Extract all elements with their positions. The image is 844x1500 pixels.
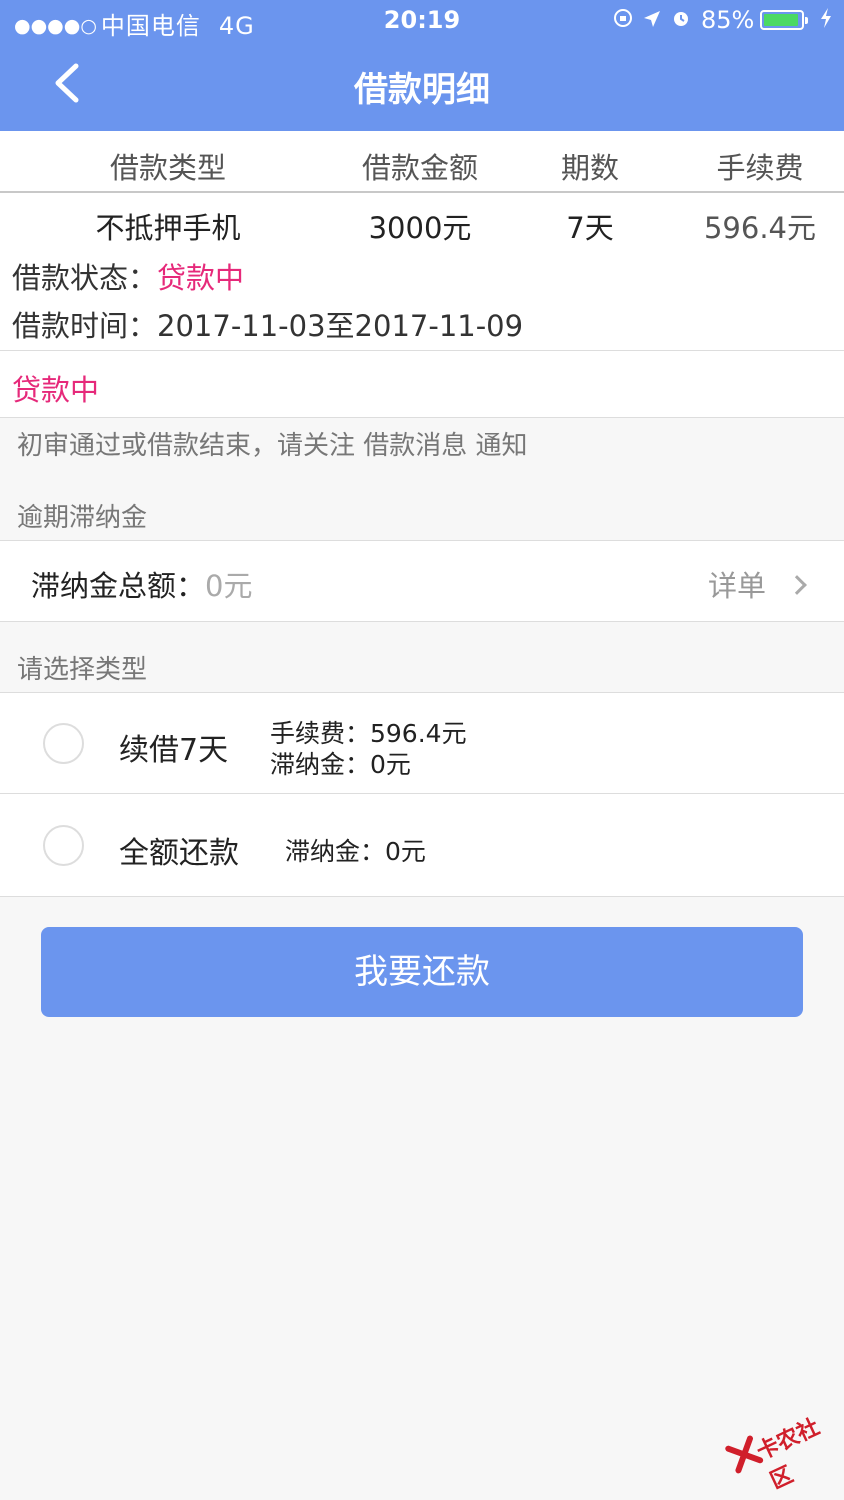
loan-status-line: 借款状态：贷款中 (12, 255, 244, 297)
location-icon (643, 6, 661, 34)
late-fee-row[interactable]: 滞纳金总额：0元 详单 (0, 540, 844, 622)
status-block: 贷款中 (0, 351, 844, 418)
loan-time-value: 2017-11-03至2017-11-09 (157, 309, 524, 343)
late-fee-value: 0元 (205, 569, 253, 603)
loan-time-line: 借款时间：2017-11-03至2017-11-09 (12, 303, 523, 345)
repay-button[interactable]: 我要还款 (41, 927, 803, 1017)
repay-options: 续借7天 手续费：596.4元 滞纳金：0元 全额还款 滞纳金：0元 (0, 692, 844, 897)
watermark-text: 卡农社区 (753, 1414, 824, 1495)
header-loan-amount: 借款金额 (361, 151, 478, 185)
header-fee: 手续费 (716, 151, 804, 185)
detail-label: 详单 (707, 569, 766, 603)
loan-status-value: 贷款中 (157, 261, 245, 295)
late-fee-section-title: 逾期滞纳金 (17, 503, 148, 533)
option-renew[interactable]: 续借7天 手续费：596.4元 滞纳金：0元 (0, 693, 844, 794)
status-bar: ●●●●○ 中国电信 4G 20:19 85% (0, 0, 844, 42)
chevron-right-icon (787, 575, 807, 595)
option-label: 全额还款 (119, 836, 239, 871)
status-icons: 85% (613, 6, 832, 34)
fee-value: 596.4元 (703, 211, 817, 245)
late-fee-label: 滞纳金总额： (31, 569, 206, 603)
option-full-repay[interactable]: 全额还款 滞纳金：0元 (0, 794, 844, 895)
header-loan-type: 借款类型 (109, 151, 226, 185)
status-badge: 贷款中 (12, 373, 100, 407)
loan-type-value: 不抵押手机 (95, 211, 241, 245)
battery-percent: 85% (701, 6, 755, 34)
page-title: 借款明细 (354, 70, 490, 110)
charging-icon (812, 6, 832, 34)
loan-amount-value: 3000元 (368, 211, 472, 245)
term-value: 7天 (566, 211, 614, 245)
option-late-fee: 滞纳金：0元 (270, 750, 411, 779)
header-term: 期数 (560, 151, 619, 185)
loan-time-label: 借款时间： (12, 309, 158, 343)
radio-button[interactable] (43, 723, 84, 764)
type-section-title: 请选择类型 (17, 655, 148, 685)
radio-button[interactable] (43, 825, 84, 866)
alarm-icon (671, 6, 691, 34)
watermark-logo: 卡农社区 (718, 1388, 844, 1498)
detail-link[interactable]: 详单 (707, 563, 807, 605)
notice-text: 初审通过或借款结束，请关注 借款消息 通知 (17, 431, 528, 461)
option-late-fee: 滞纳金：0元 (285, 837, 426, 866)
battery-icon (760, 10, 809, 30)
top-bar: ●●●●○ 中国电信 4G 20:19 85% 借款明细 (0, 0, 844, 131)
option-label: 续借7天 (119, 733, 229, 768)
loan-summary: 不抵押手机 3000元 7天 596.4元 借款状态：贷款中 借款时间：2017… (0, 193, 844, 351)
orientation-lock-icon (613, 6, 633, 34)
loan-status-label: 借款状态： (12, 261, 158, 295)
late-fee-total: 滞纳金总额：0元 (31, 563, 252, 605)
loan-table-header: 借款类型 借款金额 期数 手续费 (0, 131, 844, 193)
